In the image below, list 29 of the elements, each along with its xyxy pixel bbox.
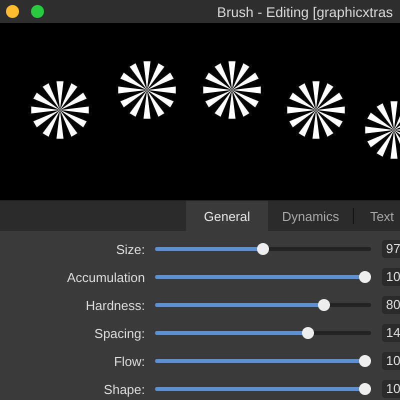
- slider-thumb[interactable]: [359, 271, 371, 283]
- tab[interactable]: Dynamics: [268, 208, 354, 224]
- setting-label: Shape:: [102, 382, 145, 396]
- setting-label: Size:: [115, 242, 145, 256]
- setting-label: Spacing:: [93, 326, 145, 340]
- brush-stroke-drawing: [118, 61, 176, 119]
- setting-label: Flow:: [112, 354, 145, 368]
- minimize-icon[interactable]: [6, 5, 19, 18]
- brush-stroke-drawing: [31, 81, 89, 139]
- brush-stroke-drawing: [287, 81, 345, 139]
- window-title: Brush - Editing [graphicxtras: [217, 4, 393, 20]
- tab[interactable]: Text: [354, 201, 400, 231]
- setting-label: Hardness:: [84, 298, 145, 312]
- brush-stroke-drawing: [203, 61, 261, 119]
- value-field[interactable]: 80: [382, 296, 400, 314]
- slider-thumb[interactable]: [318, 299, 330, 311]
- zoom-icon[interactable]: [31, 5, 44, 18]
- value-field[interactable]: 10: [382, 380, 400, 398]
- slider-thumb[interactable]: [257, 243, 269, 255]
- value-field[interactable]: 97: [382, 240, 400, 258]
- tab[interactable]: General: [186, 201, 268, 231]
- value-field[interactable]: 14: [382, 324, 400, 342]
- value-field[interactable]: 10: [382, 268, 400, 286]
- slider-thumb[interactable]: [359, 383, 371, 395]
- setting-label: Accumulation: [66, 270, 145, 284]
- value-field[interactable]: 10: [382, 352, 400, 370]
- slider-thumb[interactable]: [302, 327, 314, 339]
- brush-stroke-drawing: [365, 101, 400, 159]
- slider-thumb[interactable]: [359, 355, 371, 367]
